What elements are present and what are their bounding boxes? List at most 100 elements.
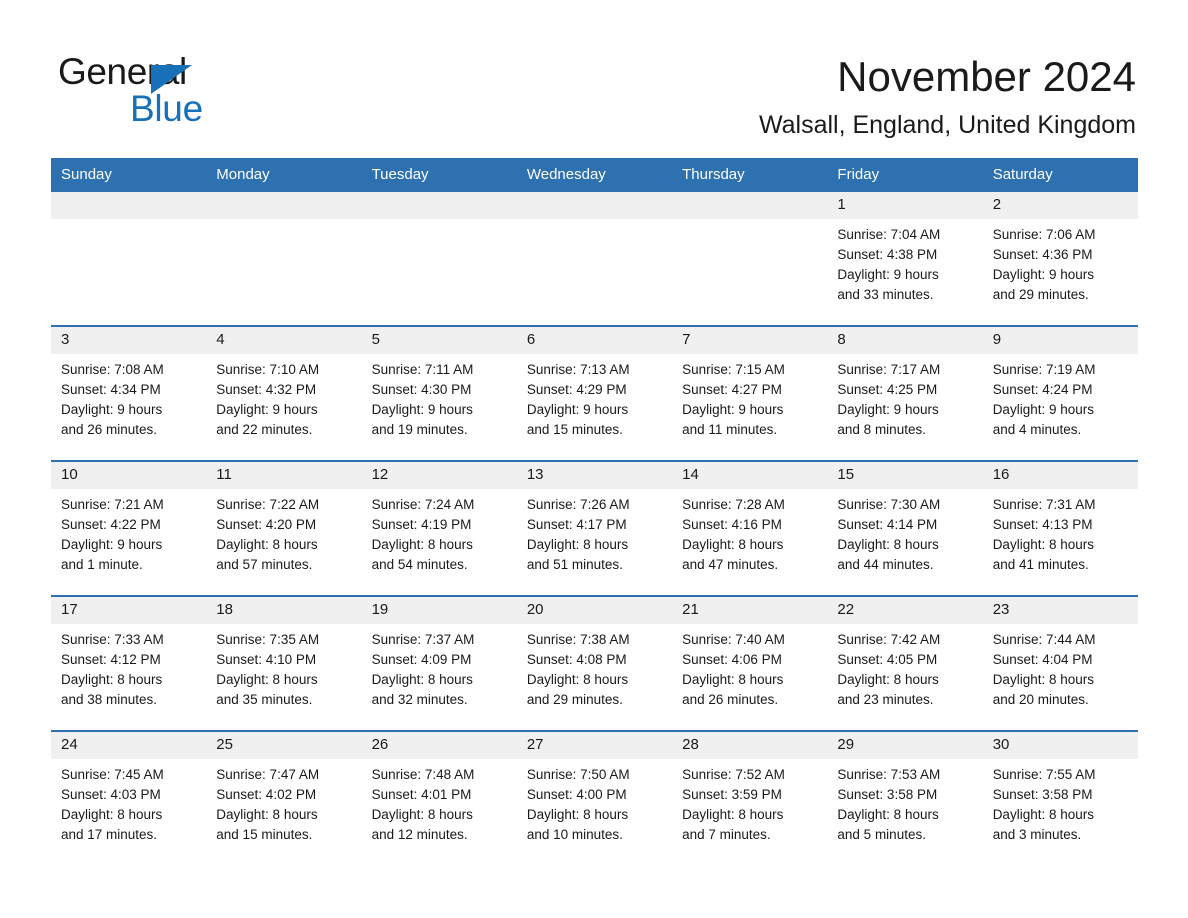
calendar-day-cell[interactable]: 3 Sunrise: 7:08 AM Sunset: 4:34 PM Daylight… bbox=[51, 325, 207, 461]
daylight-text-line2: and 15 minutes. bbox=[526, 422, 623, 437]
sunset-text: Sunset: 4:04 PM bbox=[992, 652, 1093, 667]
daylight-text-line1: Daylight: 9 hours bbox=[992, 402, 1094, 417]
calendar-day-cell[interactable]: 19 Sunrise: 7:37 AM Sunset: 4:09 PM Dayligh… bbox=[361, 595, 517, 731]
day-cell-inner: 30 Sunrise: 7:55 AM Sunset: 3:58 PM Dayligh… bbox=[982, 732, 1138, 844]
calendar-day-cell[interactable]: 7 Sunrise: 7:15 AM Sunset: 4:27 PM Daylight… bbox=[672, 325, 828, 461]
daylight-text-line2: and 12 minutes. bbox=[371, 827, 468, 842]
day-number: 25 bbox=[206, 732, 362, 759]
day-sun-info: Sunrise: 7:30 AM Sunset: 4:14 PM Daylight:… bbox=[827, 489, 982, 575]
weekday-header-saturday: Saturday bbox=[982, 158, 1138, 192]
sunrise-text: Sunrise: 7:22 AM bbox=[216, 497, 320, 512]
sunrise-text: Sunrise: 7:21 AM bbox=[61, 497, 164, 512]
calendar-day-cell[interactable]: 30 Sunrise: 7:55 AM Sunset: 3:58 PM Dayligh… bbox=[982, 730, 1138, 844]
day-cell-inner: 12 Sunrise: 7:24 AM Sunset: 4:19 PM Dayligh… bbox=[361, 462, 517, 595]
daylight-text-line1: Daylight: 9 hours bbox=[371, 402, 473, 417]
calendar-day-cell[interactable]: 8 Sunrise: 7:17 AM Sunset: 4:25 PM Daylight… bbox=[827, 325, 983, 461]
sunrise-text: Sunrise: 7:26 AM bbox=[526, 497, 630, 512]
calendar-day-cell[interactable]: 4 Sunrise: 7:10 AM Sunset: 4:32 PM Daylight… bbox=[206, 325, 362, 461]
day-cell-inner: 2 Sunrise: 7:06 AM Sunset: 4:36 PM Daylight… bbox=[982, 192, 1138, 325]
day-sun-info: Sunrise: 7:21 AM Sunset: 4:22 PM Daylight:… bbox=[51, 489, 206, 575]
day-cell-inner: 7 Sunrise: 7:15 AM Sunset: 4:27 PM Daylight… bbox=[672, 327, 828, 460]
calendar-day-cell[interactable]: 2 Sunrise: 7:06 AM Sunset: 4:36 PM Daylight… bbox=[982, 192, 1138, 326]
day-sun-info: Sunrise: 7:35 AM Sunset: 4:10 PM Daylight:… bbox=[206, 624, 361, 710]
calendar-day-cell[interactable]: 15 Sunrise: 7:30 AM Sunset: 4:14 PM Dayligh… bbox=[827, 460, 983, 596]
calendar-day-cell[interactable]: 26 Sunrise: 7:48 AM Sunset: 4:01 PM Dayligh… bbox=[361, 730, 517, 845]
daylight-text-line2: and 7 minutes. bbox=[682, 827, 771, 842]
weekday-header-thursday: Thursday bbox=[672, 158, 828, 192]
calendar-day-cell[interactable]: 17 Sunrise: 7:33 AM Sunset: 4:12 PM Dayligh… bbox=[51, 595, 207, 731]
day-number: 3 bbox=[51, 327, 207, 354]
calendar-day-cell[interactable]: 25 Sunrise: 7:47 AM Sunset: 4:02 PM Dayligh… bbox=[206, 730, 362, 844]
sunrise-text: Sunrise: 7:30 AM bbox=[837, 497, 941, 512]
calendar-day-cell[interactable]: 22 Sunrise: 7:42 AM Sunset: 4:05 PM Dayligh… bbox=[827, 595, 983, 731]
calendar-day-cell[interactable]: 24 Sunrise: 7:45 AM Sunset: 4:03 PM Dayligh… bbox=[51, 730, 207, 844]
sunset-text: Sunset: 4:20 PM bbox=[216, 517, 317, 532]
day-number: 23 bbox=[982, 597, 1138, 624]
calendar-day-cell[interactable]: 29 Sunrise: 7:53 AM Sunset: 3:58 PM Dayligh… bbox=[827, 730, 983, 845]
daylight-text-line1: Daylight: 8 hours bbox=[837, 807, 939, 822]
daylight-text-line1: Daylight: 8 hours bbox=[992, 807, 1094, 822]
calendar-day-cell[interactable]: 6 Sunrise: 7:13 AM Sunset: 4:29 PM Daylight… bbox=[516, 325, 673, 461]
logo-text-blue: Blue bbox=[130, 88, 203, 129]
day-cell-inner bbox=[672, 192, 828, 325]
calendar-day-cell[interactable]: 10 Sunrise: 7:21 AM Sunset: 4:22 PM Dayligh… bbox=[51, 460, 207, 596]
weekday-header-friday: Friday bbox=[827, 158, 983, 192]
calendar-day-cell[interactable]: 28 Sunrise: 7:52 AM Sunset: 3:59 PM Dayligh… bbox=[672, 730, 828, 844]
page-header: General Blue November 2024 Walsall, Engl… bbox=[0, 0, 1188, 150]
day-cell-inner: 1 Sunrise: 7:04 AM Sunset: 4:38 PM Daylight… bbox=[827, 192, 983, 325]
sunrise-text: Sunrise: 7:40 AM bbox=[682, 632, 785, 647]
calendar-day-cell[interactable]: 11 Sunrise: 7:22 AM Sunset: 4:20 PM Dayligh… bbox=[206, 460, 362, 596]
daylight-text-line2: and 57 minutes. bbox=[216, 557, 313, 572]
sunrise-text: Sunrise: 7:44 AM bbox=[992, 632, 1096, 647]
day-cell-inner: 25 Sunrise: 7:47 AM Sunset: 4:02 PM Dayligh… bbox=[206, 732, 362, 844]
calendar-week-row: 1 Sunrise: 7:04 AM Sunset: 4:38 PM Daylight… bbox=[51, 192, 1138, 326]
sunset-text: Sunset: 4:29 PM bbox=[526, 382, 627, 397]
day-cell-inner: 4 Sunrise: 7:10 AM Sunset: 4:32 PM Daylight… bbox=[206, 327, 362, 460]
calendar-day-cell[interactable]: 13 Sunrise: 7:26 AM Sunset: 4:17 PM Dayligh… bbox=[516, 460, 673, 596]
day-sun-info: Sunrise: 7:37 AM Sunset: 4:09 PM Daylight:… bbox=[362, 624, 517, 710]
day-cell-inner: 11 Sunrise: 7:22 AM Sunset: 4:20 PM Dayligh… bbox=[206, 462, 362, 595]
day-cell-inner: 10 Sunrise: 7:21 AM Sunset: 4:22 PM Dayligh… bbox=[51, 462, 207, 595]
day-number bbox=[672, 192, 828, 219]
day-sun-info: Sunrise: 7:48 AM Sunset: 4:01 PM Daylight:… bbox=[362, 759, 517, 845]
day-cell-inner: 21 Sunrise: 7:40 AM Sunset: 4:06 PM Dayligh… bbox=[672, 597, 828, 730]
calendar-week-row: 3 Sunrise: 7:08 AM Sunset: 4:34 PM Daylight… bbox=[51, 325, 1138, 461]
day-cell-inner: 22 Sunrise: 7:42 AM Sunset: 4:05 PM Dayligh… bbox=[827, 597, 983, 730]
calendar-day-cell[interactable]: 1 Sunrise: 7:04 AM Sunset: 4:38 PM Daylight… bbox=[827, 192, 983, 326]
sunset-text: Sunset: 3:58 PM bbox=[992, 787, 1093, 802]
daylight-text-line2: and 44 minutes. bbox=[837, 557, 934, 572]
daylight-text-line2: and 11 minutes. bbox=[682, 422, 778, 437]
sunrise-text: Sunrise: 7:33 AM bbox=[61, 632, 164, 647]
day-sun-info: Sunrise: 7:04 AM Sunset: 4:38 PM Daylight:… bbox=[827, 219, 982, 305]
sunset-text: Sunset: 4:10 PM bbox=[216, 652, 317, 667]
weekday-header-wednesday: Wednesday bbox=[516, 158, 673, 192]
daylight-text-line1: Daylight: 8 hours bbox=[216, 537, 318, 552]
sunrise-text: Sunrise: 7:35 AM bbox=[216, 632, 320, 647]
sunrise-text: Sunrise: 7:11 AM bbox=[371, 362, 474, 377]
daylight-text-line2: and 38 minutes. bbox=[61, 692, 158, 707]
daylight-text-line2: and 15 minutes. bbox=[216, 827, 313, 842]
daylight-text-line2: and 4 minutes. bbox=[992, 422, 1082, 437]
calendar-day-cell[interactable]: 27 Sunrise: 7:50 AM Sunset: 4:00 PM Dayligh… bbox=[516, 730, 673, 844]
calendar-day-cell[interactable]: 14 Sunrise: 7:28 AM Sunset: 4:16 PM Dayligh… bbox=[672, 460, 828, 596]
calendar-day-cell[interactable]: 12 Sunrise: 7:24 AM Sunset: 4:19 PM Dayligh… bbox=[361, 460, 517, 596]
daylight-text-line2: and 8 minutes. bbox=[837, 422, 926, 437]
calendar-day-cell[interactable]: 20 Sunrise: 7:38 AM Sunset: 4:08 PM Dayligh… bbox=[516, 595, 673, 731]
day-cell-inner: 26 Sunrise: 7:48 AM Sunset: 4:01 PM Dayligh… bbox=[361, 732, 517, 845]
calendar-day-cell[interactable]: 23 Sunrise: 7:44 AM Sunset: 4:04 PM Dayligh… bbox=[982, 595, 1138, 731]
daylight-text-line2: and 26 minutes. bbox=[61, 422, 158, 437]
day-sun-info: Sunrise: 7:53 AM Sunset: 3:58 PM Daylight:… bbox=[827, 759, 982, 845]
calendar-day-cell[interactable]: 9 Sunrise: 7:19 AM Sunset: 4:24 PM Daylight… bbox=[982, 325, 1138, 461]
day-number: 9 bbox=[982, 327, 1138, 354]
sunset-text: Sunset: 4:00 PM bbox=[526, 787, 627, 802]
day-sun-info: Sunrise: 7:13 AM Sunset: 4:29 PM Daylight:… bbox=[517, 354, 672, 440]
calendar-day-cell[interactable]: 18 Sunrise: 7:35 AM Sunset: 4:10 PM Dayligh… bbox=[206, 595, 362, 731]
sunset-text: Sunset: 4:34 PM bbox=[61, 382, 161, 397]
day-cell-inner: 28 Sunrise: 7:52 AM Sunset: 3:59 PM Dayligh… bbox=[672, 732, 828, 844]
daylight-text-line2: and 29 minutes. bbox=[992, 287, 1089, 302]
page-title: November 2024 bbox=[837, 53, 1136, 100]
calendar-day-cell[interactable]: 16 Sunrise: 7:31 AM Sunset: 4:13 PM Dayligh… bbox=[982, 460, 1138, 596]
calendar-day-cell[interactable]: 5 Sunrise: 7:11 AM Sunset: 4:30 PM Daylight… bbox=[361, 325, 517, 461]
calendar-day-cell[interactable]: 21 Sunrise: 7:40 AM Sunset: 4:06 PM Dayligh… bbox=[672, 595, 828, 731]
day-number: 15 bbox=[827, 462, 983, 489]
